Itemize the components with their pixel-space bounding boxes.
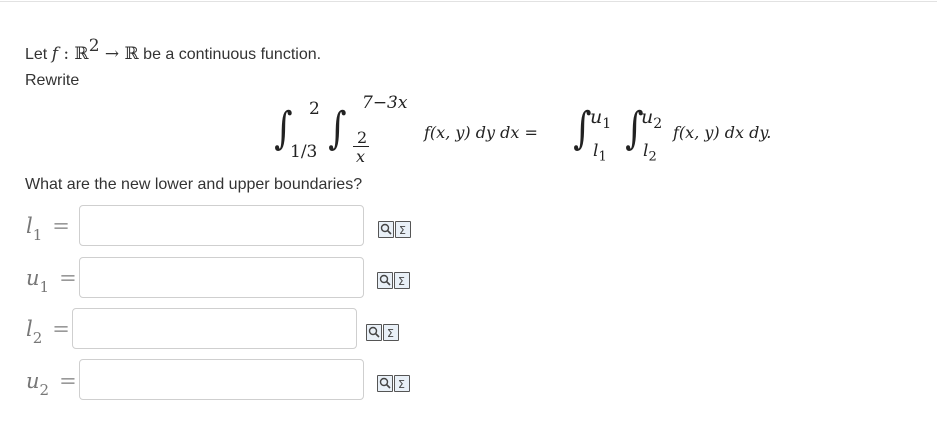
left-integrand: f(x, y) dy dx =: [424, 123, 538, 142]
label-u2: u2 =: [26, 369, 77, 400]
preview-icon[interactable]: [377, 272, 393, 289]
u2-answer-input[interactable]: [79, 359, 364, 400]
svg-text:Σ: Σ: [398, 378, 405, 391]
right-outer-integral-sign: ∫: [573, 103, 592, 154]
inner-upper-limit: 7−3x: [362, 93, 408, 113]
integral-equation: ∫ 2 1/3 ∫ 7−3x 2 x f(x, y) dy dx = ∫ u1 …: [0, 0, 937, 180]
u1-answer-input[interactable]: [79, 257, 364, 298]
right-inner-lower-limit: l2: [643, 141, 657, 165]
svg-text:Σ: Σ: [399, 224, 406, 237]
equation-editor-icon[interactable]: Σ: [383, 324, 399, 341]
l1-answer-input[interactable]: [79, 205, 364, 246]
label-l1: l1 =: [26, 214, 70, 245]
outer-upper-limit: 2: [309, 99, 320, 119]
outer-lower-limit: 1/3: [290, 142, 318, 162]
equation-editor-icon[interactable]: Σ: [395, 221, 411, 238]
right-inner-upper-limit: u2: [641, 106, 663, 132]
right-outer-lower-limit: l1: [593, 141, 607, 165]
equation-editor-icon[interactable]: Σ: [394, 272, 410, 289]
inner-lower-denominator: x: [356, 147, 366, 166]
label-u1: u1 =: [26, 266, 77, 297]
inner-integral-sign: ∫: [328, 103, 347, 154]
equation-editor-icon[interactable]: Σ: [394, 375, 410, 392]
l2-answer-input[interactable]: [72, 308, 357, 349]
svg-text:Σ: Σ: [387, 327, 394, 340]
svg-text:Σ: Σ: [398, 275, 405, 288]
label-l2: l2 =: [26, 317, 70, 348]
preview-icon[interactable]: [378, 221, 394, 238]
preview-icon[interactable]: [366, 324, 382, 341]
question-text: What are the new lower and upper boundar…: [25, 176, 363, 193]
preview-icon[interactable]: [377, 375, 393, 392]
right-outer-upper-limit: u1: [590, 106, 612, 132]
inner-lower-numerator: 2: [357, 128, 368, 147]
right-integrand: f(x, y) dx dy.: [673, 123, 772, 142]
